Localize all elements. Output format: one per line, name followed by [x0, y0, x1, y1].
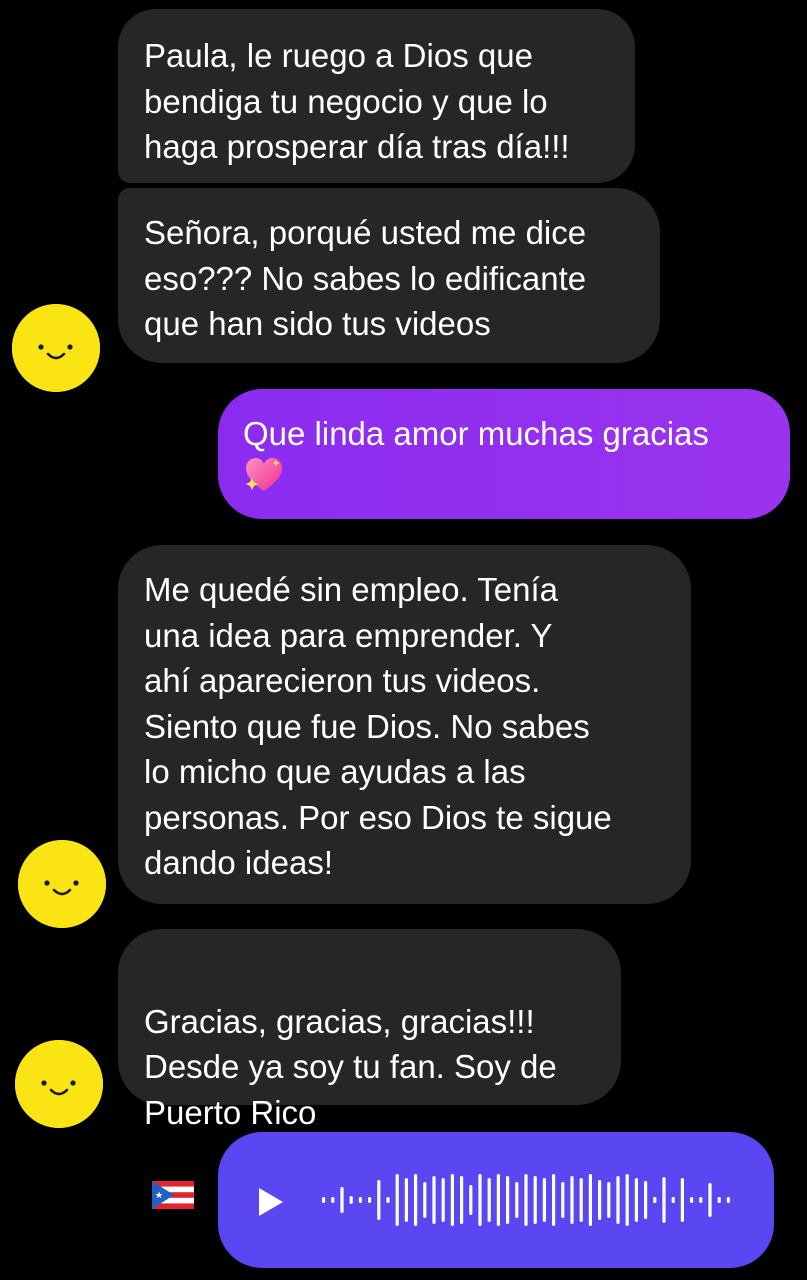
message-bubble-incoming[interactable]: Señora, porqué usted me dice eso??? No s…	[118, 188, 660, 363]
waveform-bar	[533, 1176, 537, 1224]
play-icon[interactable]	[257, 1184, 285, 1230]
waveform-bar	[680, 1178, 684, 1222]
smiley-face-icon	[18, 840, 106, 928]
audio-waveform[interactable]	[314, 1160, 734, 1240]
waveform-bar	[423, 1182, 427, 1218]
waveform-bar	[404, 1178, 408, 1222]
waveform-bar	[644, 1181, 648, 1219]
message-bubble-incoming[interactable]: Gracias, gracias, gracias!!! Desde ya so…	[118, 929, 621, 1209]
smiley-face-icon	[12, 304, 100, 392]
message-bubble-outgoing[interactable]: Que linda amor muchas gracias	[218, 389, 790, 519]
waveform-bar	[726, 1197, 730, 1203]
message-bubble-incoming[interactable]: Me quedé sin empleo. Tenía una idea para…	[118, 545, 691, 904]
waveform-bar	[469, 1185, 473, 1215]
message-text: Paula, le ruego a Dios que bendiga tu ne…	[144, 37, 570, 165]
waveform-bar	[368, 1197, 372, 1203]
waveform-bar	[579, 1178, 583, 1222]
waveform-bar	[699, 1197, 703, 1203]
waveform-bar	[478, 1174, 482, 1226]
waveform-bar	[515, 1182, 519, 1218]
waveform-bar	[340, 1187, 344, 1213]
waveform-bar	[616, 1176, 620, 1224]
waveform-bar	[588, 1174, 592, 1226]
message-text: Que linda amor muchas gracias	[243, 415, 709, 452]
avatar[interactable]	[18, 840, 106, 928]
message-text: Me quedé sin empleo. Tenía una idea para…	[144, 571, 612, 881]
waveform-bar	[460, 1176, 464, 1224]
waveform-bar	[653, 1197, 657, 1203]
voice-message-bubble[interactable]	[218, 1132, 774, 1268]
waveform-bar	[598, 1180, 602, 1220]
puerto-rico-flag-icon	[152, 1129, 194, 1220]
avatar[interactable]	[15, 1040, 103, 1128]
waveform-bar	[634, 1178, 638, 1222]
waveform-bar	[561, 1182, 565, 1218]
avatar[interactable]	[12, 304, 100, 392]
waveform-bar	[322, 1197, 326, 1203]
waveform-bar	[441, 1178, 445, 1222]
waveform-bar	[414, 1174, 418, 1226]
waveform-bar	[542, 1178, 546, 1222]
waveform-bar	[331, 1197, 335, 1203]
waveform-bar	[717, 1197, 721, 1203]
waveform-bar	[570, 1176, 574, 1224]
waveform-bar	[349, 1196, 353, 1204]
message-bubble-incoming[interactable]: Paula, le ruego a Dios que bendiga tu ne…	[118, 9, 635, 183]
waveform-bar	[487, 1178, 491, 1222]
waveform-bar	[450, 1174, 454, 1226]
waveform-bar	[708, 1183, 712, 1217]
waveform-bar	[432, 1176, 436, 1224]
waveform-bar	[690, 1197, 694, 1203]
waveform-bar	[552, 1174, 556, 1226]
waveform-bar	[395, 1174, 399, 1226]
waveform-bar	[625, 1174, 629, 1226]
waveform-bar	[671, 1197, 675, 1203]
waveform-bar	[496, 1174, 500, 1226]
waveform-bar	[662, 1177, 666, 1223]
smiley-face-icon	[15, 1040, 103, 1128]
message-text: Señora, porqué usted me dice eso??? No s…	[144, 214, 587, 342]
waveform-bar	[358, 1197, 362, 1203]
waveform-bar	[506, 1176, 510, 1224]
waveform-bar	[607, 1182, 611, 1218]
sparkling-heart-icon	[243, 456, 285, 506]
waveform-bar	[524, 1174, 528, 1226]
waveform-bar	[377, 1180, 381, 1220]
waveform-bar	[386, 1197, 390, 1203]
